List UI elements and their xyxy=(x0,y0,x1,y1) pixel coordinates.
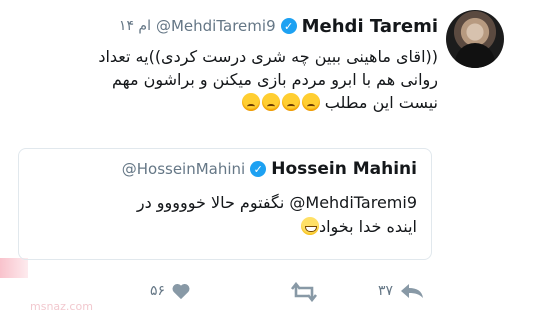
quoted-tweet-header: @HosseinMahini ✓ Hossein Mahini xyxy=(122,157,417,181)
quoted-tweet[interactable]: @HosseinMahini ✓ Hossein Mahini MehdiTar… xyxy=(18,148,432,260)
tweet-text: ((اقای ماهینی ببین چه شری درست کردی))یه … xyxy=(28,45,438,114)
verified-badge-icon: ✓ xyxy=(250,161,267,177)
quoted-tweet-text: MehdiTaremi9@ نگفتوم حالا خووووو در ایند… xyxy=(37,191,417,239)
tweet-text-line: نیست این مطلب xyxy=(28,91,438,114)
like-count: ۵۶ xyxy=(150,283,166,299)
tweet-time[interactable]: ۱۴ ام xyxy=(119,18,151,34)
heart-icon[interactable] xyxy=(171,282,191,300)
quoted-handle: @HosseinMahini xyxy=(121,160,246,178)
decorative-stripe xyxy=(0,258,28,278)
retweet-icon[interactable] xyxy=(290,282,318,302)
pouting-face-emoji-icon xyxy=(281,93,300,111)
verified-badge-icon: ✓ xyxy=(280,18,297,34)
quoted-text-line: MehdiTaremi9@ نگفتوم حالا خووووو در xyxy=(136,193,417,212)
pouting-face-emoji-icon xyxy=(261,93,280,111)
retweet-count: ۳۷ xyxy=(378,283,394,299)
watermark: msnaz.com xyxy=(30,300,93,313)
tweet-text-line: روانی هم با ابرو مردم بازی میکنن و براشو… xyxy=(111,70,438,89)
retweet-action[interactable] xyxy=(290,282,318,302)
tweet-actions: ۵۶ ۳۷ xyxy=(150,282,440,304)
tweet-header: ۱۴ ام @MehdiTaremi9 ✓ Mehdi Taremi xyxy=(119,14,438,38)
quoted-text-fragment: اینده خدا بخواد xyxy=(318,217,417,236)
pouting-face-emoji-icon xyxy=(241,93,260,111)
tweet-handle[interactable]: @MehdiTaremi9 xyxy=(156,17,276,35)
tweet-text-line: ((اقای ماهینی ببین چه شری درست کردی))یه … xyxy=(98,47,438,66)
like-action[interactable]: ۵۶ xyxy=(150,282,191,300)
quoted-author-name: Hossein Mahini xyxy=(271,159,417,179)
grinning-face-emoji-icon xyxy=(300,217,319,235)
pouting-face-emoji-icon xyxy=(301,93,320,111)
quoted-text-line: اینده خدا بخواد xyxy=(37,215,417,239)
reply-action[interactable]: ۳۷ xyxy=(378,282,425,300)
tweet-text-fragment: نیست این مطلب xyxy=(324,93,438,112)
reply-icon[interactable] xyxy=(399,282,425,300)
tweet-author-name[interactable]: Mehdi Taremi xyxy=(302,16,438,37)
avatar[interactable] xyxy=(446,10,504,68)
